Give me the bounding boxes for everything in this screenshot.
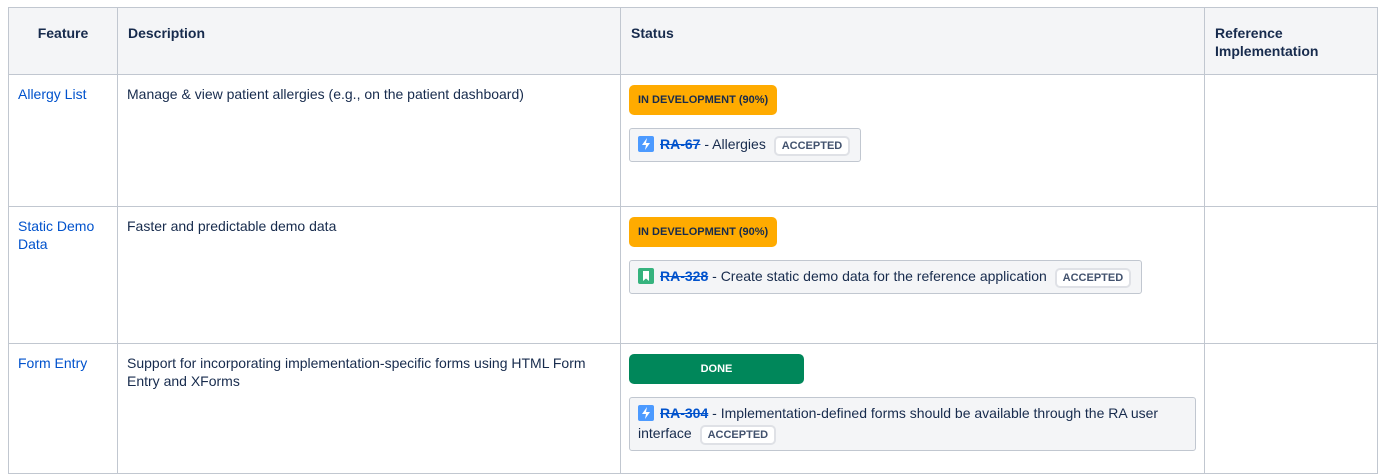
issue-status-badge: ACCEPTED: [699, 425, 777, 445]
epic-icon: [638, 405, 654, 421]
issue-summary: - Create static demo data for the refere…: [708, 268, 1051, 284]
story-icon: [638, 268, 654, 284]
description-cell: Support for incorporating implementation…: [117, 343, 621, 474]
status-cell: IN DEVELOPMENT (90%) RA-67 - Allergies A…: [620, 74, 1205, 207]
epic-icon: [638, 136, 654, 152]
description-cell: Faster and predictable demo data: [117, 206, 621, 344]
header-row: Feature Description Status Reference Imp…: [8, 7, 1378, 75]
status-lozenge: DONE: [629, 354, 804, 384]
table-row: Form Entry Support for incorporating imp…: [8, 343, 1378, 474]
jira-issue[interactable]: RA-304 - Implementation-defined forms sh…: [629, 397, 1196, 451]
reference-cell: [1204, 206, 1378, 344]
status-cell: IN DEVELOPMENT (90%) RA-328 - Create sta…: [620, 206, 1205, 344]
issue-key-link[interactable]: RA-328: [660, 268, 708, 284]
reference-cell: [1204, 74, 1378, 207]
status-lozenge: IN DEVELOPMENT (90%): [629, 217, 778, 247]
description-cell: Manage & view patient allergies (e.g., o…: [117, 74, 621, 207]
issue-status-badge: ACCEPTED: [773, 136, 851, 156]
jira-issue[interactable]: RA-67 - Allergies ACCEPTED: [629, 128, 862, 162]
issue-key-link[interactable]: RA-67: [660, 136, 700, 152]
issue-key-link[interactable]: RA-304: [660, 405, 708, 421]
feature-link[interactable]: Allergy List: [18, 86, 86, 102]
feature-link[interactable]: Static Demo Data: [18, 218, 94, 252]
issue-status-badge: ACCEPTED: [1054, 268, 1132, 288]
feature-cell: Static Demo Data: [8, 206, 118, 344]
reference-cell: [1204, 343, 1378, 474]
issue-summary: - Allergies: [700, 136, 770, 152]
header-feature: Feature: [8, 7, 118, 75]
status-cell: DONE RA-304 - Implementation-defined for…: [620, 343, 1205, 474]
header-description: Description: [117, 7, 621, 75]
header-reference: Reference Implementation: [1204, 7, 1378, 75]
feature-cell: Form Entry: [8, 343, 118, 474]
header-status: Status: [620, 7, 1205, 75]
table-row: Allergy List Manage & view patient aller…: [8, 74, 1378, 207]
jira-issue[interactable]: RA-328 - Create static demo data for the…: [629, 260, 1143, 294]
table-row: Static Demo Data Faster and predictable …: [8, 206, 1378, 344]
feature-link[interactable]: Form Entry: [18, 355, 87, 371]
features-table: Feature Description Status Reference Imp…: [8, 7, 1378, 474]
feature-cell: Allergy List: [8, 74, 118, 207]
status-lozenge: IN DEVELOPMENT (90%): [629, 85, 778, 115]
